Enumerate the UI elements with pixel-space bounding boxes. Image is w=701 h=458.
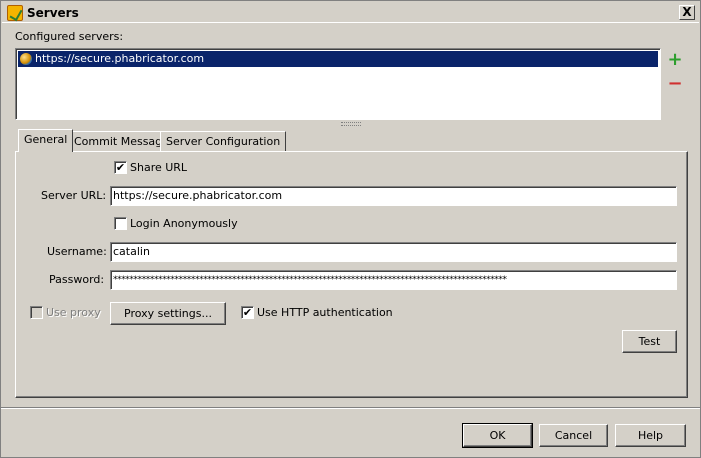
splitter-handle[interactable] xyxy=(341,122,361,126)
test-button[interactable]: Test xyxy=(622,330,677,353)
title-bar: Servers X xyxy=(2,2,699,23)
window-title: Servers xyxy=(27,6,79,20)
footer-separator xyxy=(1,407,700,409)
server-url-text: https://secure.phabricator.com xyxy=(35,52,205,65)
server-list[interactable]: https://secure.phabricator.com xyxy=(15,48,661,120)
server-url-input[interactable]: https://secure.phabricator.com xyxy=(110,186,677,206)
use-http-auth-label: Use HTTP authentication xyxy=(257,306,393,319)
server-url-label: Server URL: xyxy=(41,189,107,202)
server-list-item[interactable]: https://secure.phabricator.com xyxy=(18,51,658,67)
globe-icon xyxy=(20,53,32,65)
cancel-button[interactable]: Cancel xyxy=(539,424,608,447)
share-url-checkbox[interactable]: ✔ xyxy=(114,161,127,174)
app-icon xyxy=(7,5,23,21)
password-input[interactable]: ****************************************… xyxy=(110,270,677,290)
tab-commit-message[interactable]: Commit Message xyxy=(68,131,175,151)
use-proxy-label: Use proxy xyxy=(46,306,101,319)
close-button[interactable]: X xyxy=(679,5,695,20)
servers-dialog: Servers X Configured servers: https://se… xyxy=(0,0,701,458)
proxy-settings-button[interactable]: Proxy settings... xyxy=(110,302,226,325)
remove-server-icon[interactable]: − xyxy=(665,75,685,95)
username-input[interactable]: catalin xyxy=(110,242,677,262)
use-http-auth-checkbox[interactable]: ✔ xyxy=(241,306,254,319)
use-proxy-checkbox xyxy=(30,306,43,319)
share-url-label: Share URL xyxy=(130,161,188,174)
login-anonymously-checkbox[interactable] xyxy=(114,217,127,230)
password-label: Password: xyxy=(49,273,105,286)
add-server-icon[interactable]: + xyxy=(665,51,685,71)
configured-servers-label: Configured servers: xyxy=(15,30,124,43)
tab-general[interactable]: General xyxy=(18,129,74,152)
login-anonymously-label: Login Anonymously xyxy=(130,217,238,230)
username-label: Username: xyxy=(47,245,107,258)
help-button[interactable]: Help xyxy=(615,424,686,447)
tab-server-configuration[interactable]: Server Configuration xyxy=(160,131,287,151)
ok-button[interactable]: OK xyxy=(462,423,533,448)
